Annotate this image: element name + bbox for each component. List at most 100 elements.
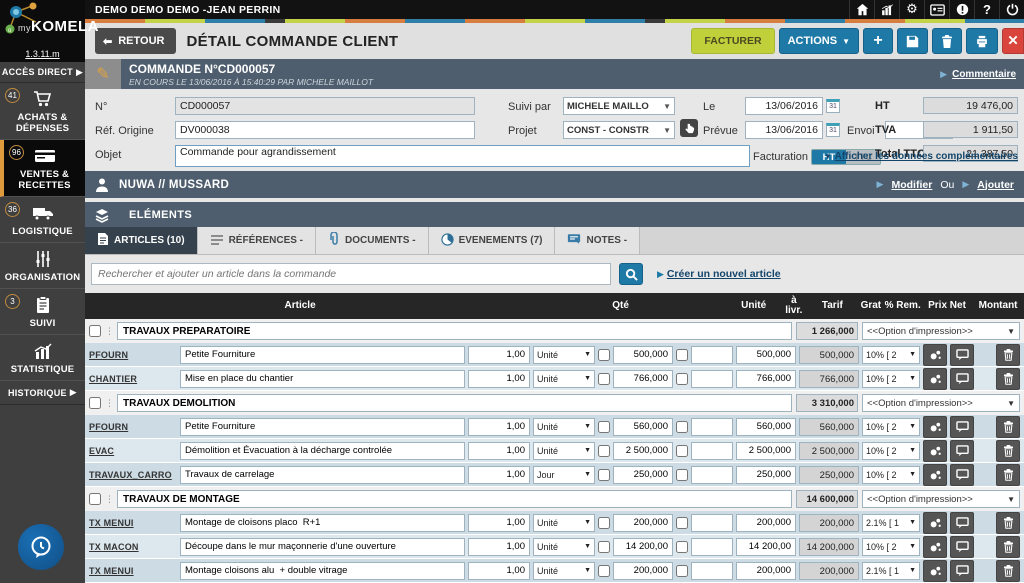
tab-articles-10-[interactable]: ARTICLES (10) bbox=[85, 227, 198, 254]
gratuit-checkbox[interactable] bbox=[676, 373, 688, 385]
remise-input[interactable] bbox=[691, 370, 733, 388]
qty-input[interactable] bbox=[468, 466, 530, 484]
tva-select[interactable]: 10% [ 2▼ bbox=[862, 538, 920, 556]
save-button[interactable] bbox=[897, 28, 928, 54]
tab-evenements-7-[interactable]: EVENEMENTS (7) bbox=[429, 227, 556, 254]
tva-select[interactable]: 10% [ 2▼ bbox=[862, 442, 920, 460]
sidebar-item-acces-direct[interactable]: ACCÈS DIRECT▶ bbox=[0, 62, 85, 83]
article-code-link[interactable]: TRAVAUX_CARRO bbox=[89, 470, 177, 480]
afficher-donnees-link[interactable]: ▼ Afficher les données complémentaires bbox=[824, 151, 1018, 162]
gratuit-checkbox[interactable] bbox=[676, 469, 688, 481]
unit-select[interactable]: Unité▼ bbox=[533, 538, 595, 556]
article-delete-button[interactable] bbox=[996, 440, 1020, 462]
a-livrer-checkbox[interactable] bbox=[598, 349, 610, 361]
article-options-button[interactable] bbox=[923, 464, 947, 486]
ref-origine-field[interactable] bbox=[175, 121, 475, 139]
tarif-input[interactable] bbox=[613, 466, 673, 484]
delete-button[interactable] bbox=[932, 28, 962, 54]
projet-select[interactable]: CONST - CONSTR▼ bbox=[563, 121, 675, 139]
prix-net-input[interactable] bbox=[736, 370, 796, 388]
a-livrer-checkbox[interactable] bbox=[598, 445, 610, 457]
gratuit-checkbox[interactable] bbox=[676, 349, 688, 361]
article-comment-button[interactable] bbox=[950, 368, 974, 390]
tarif-input[interactable] bbox=[613, 442, 673, 460]
designation-input[interactable] bbox=[180, 370, 465, 388]
gratuit-checkbox[interactable] bbox=[676, 541, 688, 553]
article-delete-button[interactable] bbox=[996, 416, 1020, 438]
a-livrer-checkbox[interactable] bbox=[598, 421, 610, 433]
designation-input[interactable] bbox=[180, 562, 465, 580]
article-delete-button[interactable] bbox=[996, 512, 1020, 534]
tva-select[interactable]: 10% [ 2▼ bbox=[862, 346, 920, 364]
actions-button[interactable]: ACTIONS▼ bbox=[779, 28, 859, 54]
tab-r-f-rences-[interactable]: RÉFÉRENCES - bbox=[198, 227, 316, 254]
article-code-link[interactable]: TX MACON bbox=[89, 542, 177, 552]
article-comment-button[interactable] bbox=[950, 416, 974, 438]
article-delete-button[interactable] bbox=[996, 560, 1020, 582]
search-button[interactable] bbox=[619, 263, 643, 285]
add-button[interactable]: + bbox=[863, 28, 893, 54]
article-options-button[interactable] bbox=[923, 560, 947, 582]
qty-input[interactable] bbox=[468, 370, 530, 388]
sidebar-item-achats-d-penses[interactable]: 41ACHATS & DÉPENSES bbox=[0, 83, 85, 140]
prix-net-input[interactable] bbox=[736, 442, 796, 460]
alert-icon[interactable] bbox=[949, 0, 974, 19]
a-livrer-checkbox[interactable] bbox=[598, 469, 610, 481]
group-checkbox[interactable] bbox=[89, 493, 101, 505]
prix-net-input[interactable] bbox=[736, 514, 796, 532]
print-option-select[interactable]: <<Option d'impression>>▼ bbox=[862, 322, 1020, 340]
tab-documents-[interactable]: DOCUMENTS - bbox=[316, 227, 429, 254]
article-code-link[interactable]: TX MENUI bbox=[89, 566, 177, 576]
qty-input[interactable] bbox=[468, 514, 530, 532]
edit-commande-button[interactable]: ✎ bbox=[85, 59, 121, 89]
article-code-link[interactable]: CHANTIER bbox=[89, 374, 177, 384]
qty-input[interactable] bbox=[468, 418, 530, 436]
prix-net-input[interactable] bbox=[736, 346, 796, 364]
remise-input[interactable] bbox=[691, 562, 733, 580]
drag-handle-icon[interactable]: ⋮ bbox=[105, 497, 113, 502]
drag-handle-icon[interactable]: ⋮ bbox=[105, 329, 113, 334]
a-livrer-checkbox[interactable] bbox=[598, 373, 610, 385]
qty-input[interactable] bbox=[468, 442, 530, 460]
open-projet-button[interactable] bbox=[680, 119, 698, 137]
designation-input[interactable] bbox=[180, 442, 465, 460]
article-comment-button[interactable] bbox=[950, 560, 974, 582]
idcard-icon[interactable] bbox=[924, 0, 949, 19]
article-search-input[interactable] bbox=[91, 263, 611, 285]
article-delete-button[interactable] bbox=[996, 464, 1020, 486]
remise-input[interactable] bbox=[691, 346, 733, 364]
article-options-button[interactable] bbox=[923, 512, 947, 534]
commentaire-link[interactable]: Commentaire bbox=[952, 69, 1016, 80]
prevue-date-field[interactable] bbox=[745, 121, 823, 139]
unit-select[interactable]: Jour▼ bbox=[533, 466, 595, 484]
designation-input[interactable] bbox=[180, 466, 465, 484]
app-logo[interactable]: o myKOMELA 1.3.11.m bbox=[0, 0, 85, 62]
sidebar-item-logistique[interactable]: 36LOGISTIQUE bbox=[0, 197, 85, 243]
prix-net-input[interactable] bbox=[736, 418, 796, 436]
unit-select[interactable]: Unité▼ bbox=[533, 514, 595, 532]
article-comment-button[interactable] bbox=[950, 344, 974, 366]
article-options-button[interactable] bbox=[923, 440, 947, 462]
tarif-input[interactable] bbox=[613, 538, 673, 556]
ajouter-client-link[interactable]: Ajouter bbox=[977, 179, 1014, 191]
qty-input[interactable] bbox=[468, 346, 530, 364]
objet-field[interactable] bbox=[175, 145, 750, 167]
article-delete-button[interactable] bbox=[996, 536, 1020, 558]
help-chat-button[interactable] bbox=[18, 524, 64, 570]
prix-net-input[interactable] bbox=[736, 466, 796, 484]
group-checkbox[interactable] bbox=[89, 397, 101, 409]
unit-select[interactable]: Unité▼ bbox=[533, 346, 595, 364]
remise-input[interactable] bbox=[691, 418, 733, 436]
tva-select[interactable]: 2.1% [ 1▼ bbox=[862, 562, 920, 580]
unit-select[interactable]: Unité▼ bbox=[533, 370, 595, 388]
modifier-client-link[interactable]: Modifier bbox=[891, 179, 932, 191]
article-comment-button[interactable] bbox=[950, 464, 974, 486]
stats-icon[interactable] bbox=[874, 0, 899, 19]
remise-input[interactable] bbox=[691, 514, 733, 532]
designation-input[interactable] bbox=[180, 418, 465, 436]
a-livrer-checkbox[interactable] bbox=[598, 565, 610, 577]
designation-input[interactable] bbox=[180, 346, 465, 364]
gratuit-checkbox[interactable] bbox=[676, 517, 688, 529]
article-delete-button[interactable] bbox=[996, 368, 1020, 390]
designation-input[interactable] bbox=[180, 514, 465, 532]
